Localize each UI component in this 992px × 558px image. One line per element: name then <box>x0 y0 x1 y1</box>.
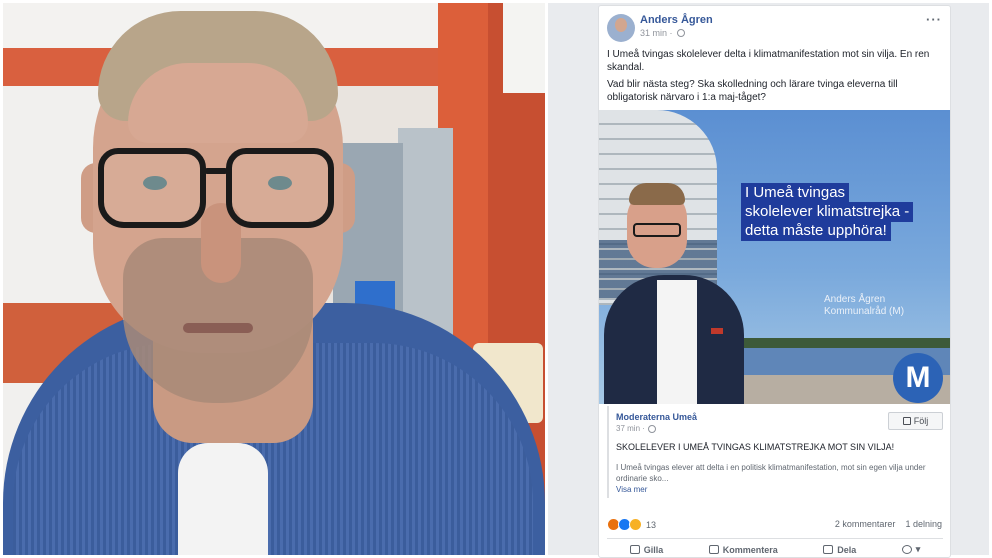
author-name[interactable]: Anders Ågren <box>640 14 713 26</box>
banner-headline-line-3: detta måste upphöra! <box>741 221 891 241</box>
follow-button[interactable]: Följ <box>888 412 943 430</box>
share-button[interactable]: Dela <box>823 544 856 555</box>
banner-signature-role: Kommunalråd (M) <box>824 306 905 317</box>
divider <box>607 538 943 539</box>
banner-headline-line-2: skolelever klimatstrejka - <box>741 202 914 222</box>
post-image[interactable]: I Umeå tvingas skolelever klimatstrejka … <box>599 110 950 404</box>
reaction-count: 13 <box>646 519 657 530</box>
reactions-summary[interactable]: 13 <box>607 518 656 531</box>
comment-icon <box>708 545 719 554</box>
action-bar: Gilla Kommentera Dela ▾ <box>607 544 943 555</box>
see-more-link[interactable]: Visa mer <box>616 485 647 494</box>
share-icon <box>823 545 834 554</box>
shared-page-name[interactable]: Moderaterna Umeå <box>616 412 697 422</box>
like-button[interactable]: Gilla <box>629 544 664 555</box>
comment-button[interactable]: Kommentera <box>708 544 778 555</box>
like-label: Gilla <box>643 544 664 555</box>
wow-reaction-icon <box>629 518 642 531</box>
facebook-post: Anders Ågren 31 min · ··· I Umeå tvingas… <box>598 5 951 558</box>
globe-icon <box>676 29 685 37</box>
post-time[interactable]: 31 min · <box>640 28 673 38</box>
banner-headline-line-1: I Umeå tvingas <box>741 183 850 203</box>
author-avatar[interactable] <box>607 14 635 42</box>
post-text-2: Vad blir nästa steg? Ska skolledning och… <box>607 79 898 103</box>
share-label: Dela <box>837 544 857 555</box>
post-meta: 31 min · <box>640 28 685 38</box>
screenshot: Anders Ågren 31 min · ··· I Umeå tvingas… <box>0 0 992 558</box>
audience-selector[interactable]: ▾ <box>901 544 921 555</box>
shared-meta: 37 min · <box>616 424 656 433</box>
comments-count[interactable]: 2 kommentarer <box>835 519 896 529</box>
portrait-photo <box>3 3 545 555</box>
shares-count[interactable]: 1 delning <box>905 519 942 529</box>
user-avatar-icon <box>901 545 912 554</box>
shared-body: I Umeå tvingas elever att delta i en pol… <box>616 463 926 483</box>
follow-label: Följ <box>913 416 929 426</box>
moderaterna-logo: M <box>893 353 943 403</box>
engagement-counts: 2 kommentarer 1 delning <box>835 519 942 529</box>
post-text-1: I Umeå tvingas skolelever delta i klimat… <box>607 49 930 73</box>
shared-title: SKOLELEVER I UMEÅ TVINGAS KLIMATSTREJKA … <box>616 442 895 452</box>
chevron-down-icon: ▾ <box>915 544 921 554</box>
thumbs-up-icon <box>629 545 640 554</box>
comment-label: Kommentera <box>722 544 778 555</box>
globe-icon <box>647 424 656 433</box>
more-options-icon[interactable]: ··· <box>926 12 942 27</box>
shared-post[interactable]: Moderaterna Umeå 37 min · Följ SKOLELEVE… <box>607 406 943 498</box>
glasses <box>98 148 343 238</box>
shared-time[interactable]: 37 min · <box>616 424 645 433</box>
follow-icon <box>902 417 911 425</box>
banner-signature-name: Anders Ågren <box>824 294 886 305</box>
